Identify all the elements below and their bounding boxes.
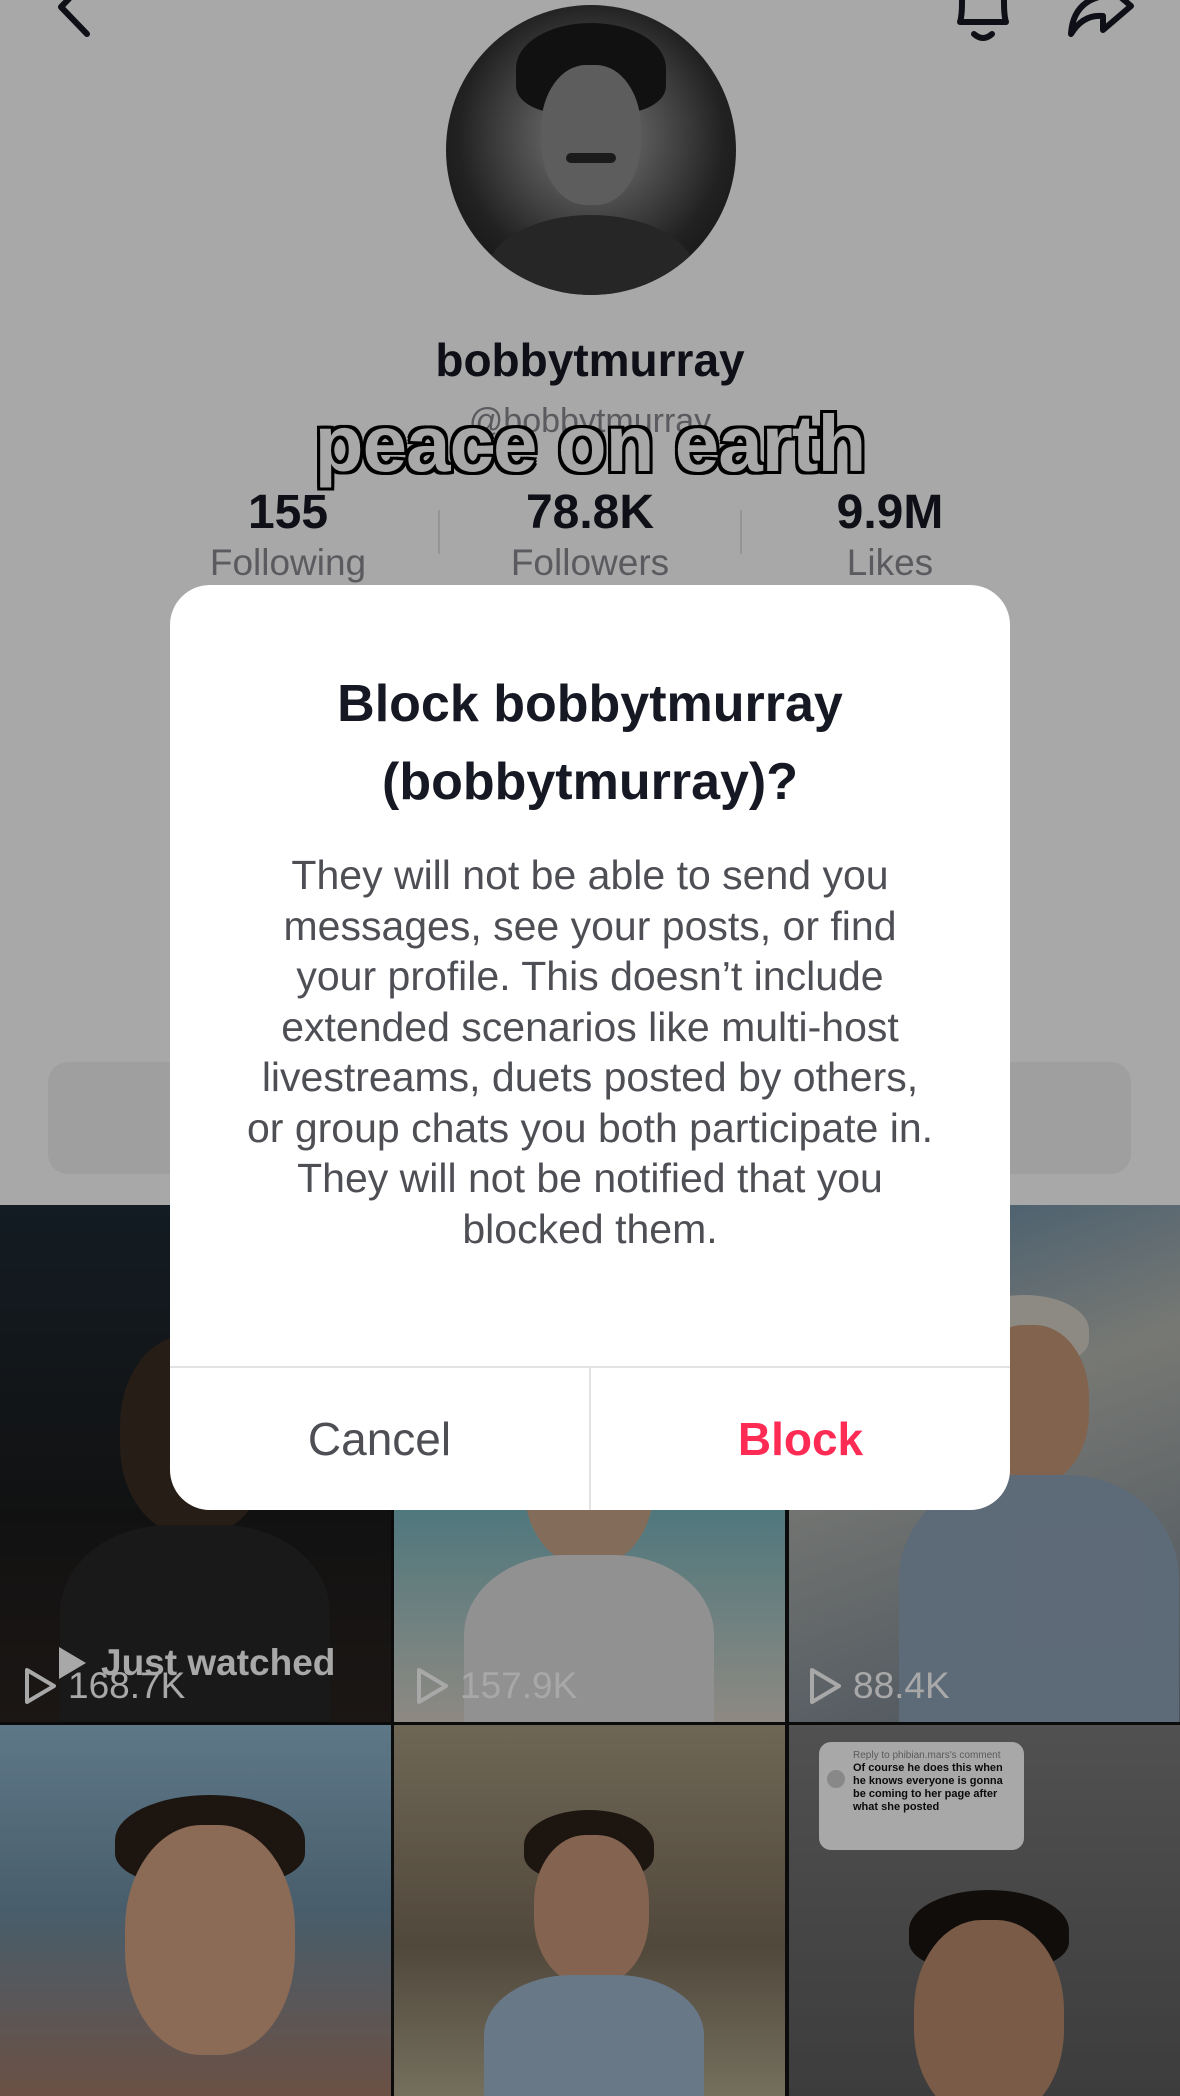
block-confirmation-dialog: Block bobbytmurray (bobbytmurray)? They … [170,585,1010,1510]
cancel-button[interactable]: Cancel [170,1368,589,1510]
block-button[interactable]: Block [591,1368,1010,1510]
dialog-message: They will not be able to send you messag… [246,852,934,1252]
dialog-title: Block bobbytmurray (bobbytmurray)? [337,675,843,811]
